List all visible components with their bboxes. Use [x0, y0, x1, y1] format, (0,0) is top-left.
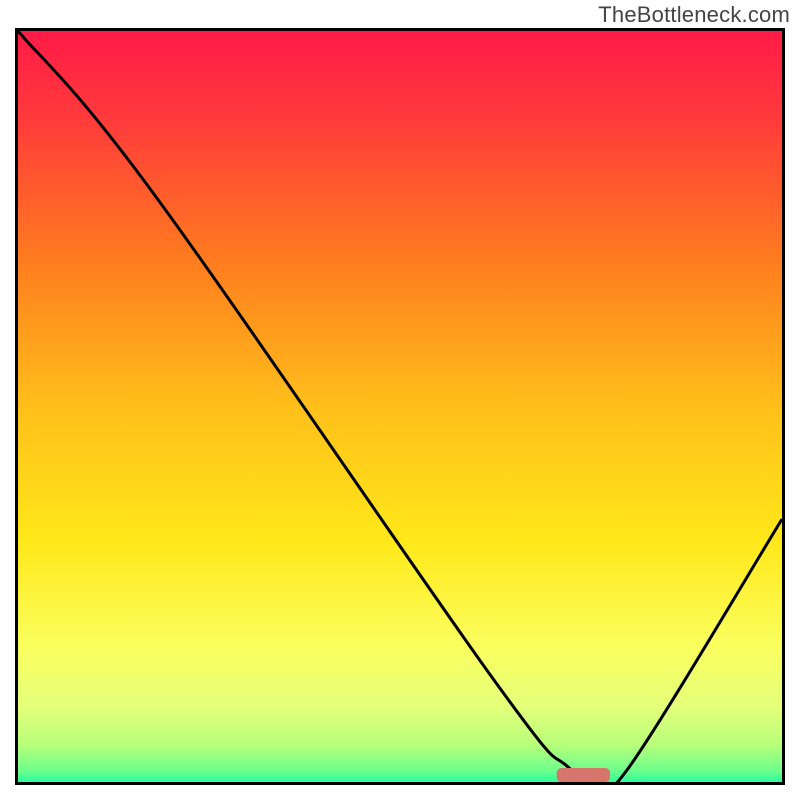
chart-container: TheBottleneck.com: [0, 0, 800, 800]
watermark-text: TheBottleneck.com: [598, 2, 790, 28]
plot-frame: [15, 28, 785, 785]
bottleneck-chart: [18, 31, 782, 782]
optimal-marker: [557, 768, 610, 782]
gradient-background: [18, 31, 782, 782]
